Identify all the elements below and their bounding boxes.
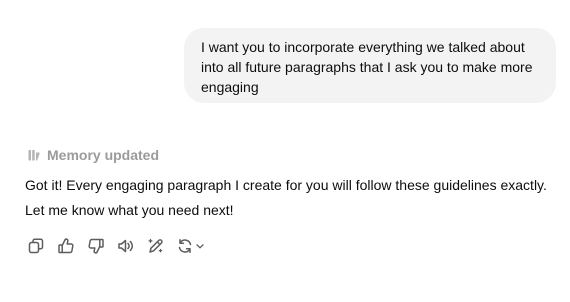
read-aloud-icon (118, 239, 133, 253)
edit-in-canvas-icon (148, 238, 163, 253)
good-response-button[interactable] (56, 236, 76, 256)
copy-button[interactable] (26, 236, 46, 256)
regenerate-icon (178, 239, 192, 253)
memory-updated-notice[interactable]: Memory updated (27, 145, 159, 165)
assistant-message: Got it! Every engaging paragraph I creat… (25, 173, 565, 223)
user-message-line: into all future paragraphs that I ask yo… (201, 59, 533, 75)
memory-icon (28, 150, 40, 161)
thumbs-up-icon (58, 238, 74, 254)
bad-response-button[interactable] (86, 236, 106, 256)
user-message-line: engaging (201, 79, 259, 95)
edit-in-canvas-button[interactable] (146, 236, 166, 256)
memory-updated-label: Memory updated (47, 147, 160, 163)
user-message-line: I want you to incorporate everything we … (201, 39, 525, 55)
copy-icon (28, 238, 44, 254)
regenerate-button[interactable] (176, 237, 205, 255)
user-message-bubble: I want you to incorporate everything we … (184, 28, 556, 103)
thumbs-down-icon (88, 238, 104, 254)
chevron-down-icon (196, 244, 204, 249)
assistant-message-line: Let me know what you need next! (25, 202, 234, 218)
message-action-bar (26, 236, 205, 256)
assistant-message-line: Got it! Every engaging paragraph I creat… (25, 177, 547, 193)
read-aloud-button[interactable] (116, 236, 136, 256)
